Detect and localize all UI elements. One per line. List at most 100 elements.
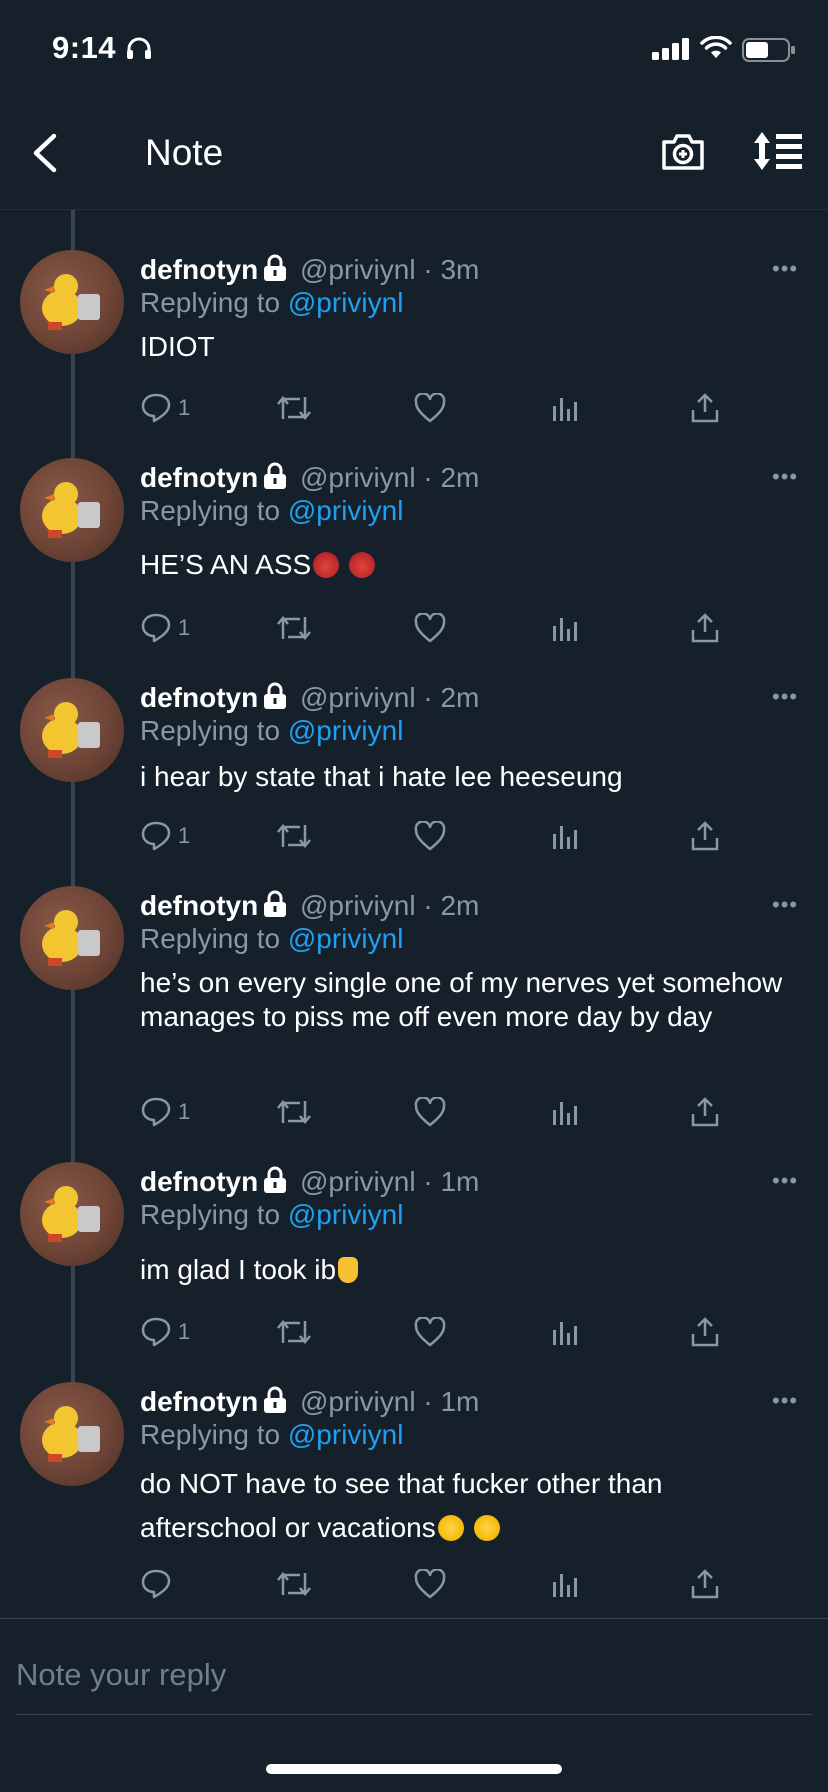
retweet-button[interactable]: [276, 1314, 312, 1350]
lock-icon: [262, 462, 288, 497]
reply-icon: [141, 1569, 171, 1599]
more-options-icon[interactable]: •••: [772, 892, 798, 918]
thread-line: [71, 1266, 75, 1382]
share-button[interactable]: [690, 1566, 720, 1602]
avatar[interactable]: [20, 250, 124, 354]
retweet-button[interactable]: [276, 610, 312, 646]
display-name[interactable]: defnotyn: [140, 462, 258, 493]
like-button[interactable]: [414, 818, 446, 854]
handle[interactable]: @priviynl: [300, 1166, 416, 1197]
avatar[interactable]: [20, 1382, 124, 1486]
reply-icon: [141, 393, 171, 423]
retweet-button[interactable]: [276, 390, 312, 426]
lock-icon: [262, 890, 288, 925]
share-button[interactable]: [690, 390, 720, 426]
home-indicator[interactable]: [266, 1764, 562, 1774]
handle[interactable]: @priviynl: [300, 682, 416, 713]
timestamp: 2m: [440, 890, 480, 921]
analytics-button[interactable]: [552, 818, 580, 854]
sort-button[interactable]: [752, 128, 804, 174]
devil-emoji-icon: [313, 552, 340, 578]
reply-input[interactable]: [16, 1640, 812, 1710]
sort-icon: [754, 132, 802, 170]
avatar[interactable]: [20, 886, 124, 990]
reply-count: 1: [178, 823, 191, 848]
analytics-button[interactable]: [552, 1566, 580, 1602]
replying-label: Replying to: [140, 1419, 281, 1450]
reply-button[interactable]: 1: [140, 818, 190, 854]
heart-icon: [414, 1569, 446, 1599]
back-button[interactable]: [26, 128, 66, 178]
analytics-icon: [553, 398, 577, 421]
share-button[interactable]: [690, 1094, 720, 1130]
crossed-fingers-emoji-icon: [338, 1257, 359, 1283]
reply-button[interactable]: 1: [140, 1314, 190, 1350]
like-button[interactable]: [414, 1094, 446, 1130]
reply-mention[interactable]: @priviynl: [288, 715, 404, 746]
separator-dot: ·: [415, 462, 441, 493]
reply-button[interactable]: 1: [140, 390, 190, 426]
retweet-icon: [277, 1320, 311, 1344]
share-button[interactable]: [690, 610, 720, 646]
camera-button[interactable]: [660, 128, 706, 174]
reply-button[interactable]: 1: [140, 610, 190, 646]
like-button[interactable]: [414, 610, 446, 646]
analytics-button[interactable]: [552, 1314, 580, 1350]
retweet-button[interactable]: [276, 818, 312, 854]
handle[interactable]: @priviynl: [300, 1386, 416, 1417]
avatar[interactable]: [20, 1162, 124, 1266]
reply-button[interactable]: 1: [140, 1094, 190, 1130]
avatar[interactable]: [20, 458, 124, 562]
handle[interactable]: @priviynl: [300, 254, 416, 285]
tweet-header: defnotyn @priviynl · 1m: [140, 1386, 479, 1421]
tweet-text-container: im glad I took ib: [140, 1253, 800, 1287]
handle[interactable]: @priviynl: [300, 462, 416, 493]
camera-plus-icon: [662, 134, 704, 170]
replying-to: Replying to @priviynl: [140, 287, 403, 319]
reply-mention[interactable]: @priviynl: [288, 495, 404, 526]
timestamp: 2m: [440, 462, 480, 493]
reply-mention[interactable]: @priviynl: [288, 923, 404, 954]
share-button[interactable]: [690, 818, 720, 854]
analytics-button[interactable]: [552, 390, 580, 426]
reply-count: 1: [178, 1099, 191, 1124]
handle[interactable]: @priviynl: [300, 890, 416, 921]
like-button[interactable]: [414, 1566, 446, 1602]
like-button[interactable]: [414, 1314, 446, 1350]
reply-mention[interactable]: @priviynl: [288, 1419, 404, 1450]
thread-line: [71, 354, 75, 458]
reply-mention[interactable]: @priviynl: [288, 1199, 404, 1230]
display-name[interactable]: defnotyn: [140, 890, 258, 921]
analytics-icon: [553, 618, 577, 641]
share-button[interactable]: [690, 1314, 720, 1350]
more-options-icon[interactable]: •••: [772, 464, 798, 490]
more-options-icon[interactable]: •••: [772, 1168, 798, 1194]
display-name[interactable]: defnotyn: [140, 254, 258, 285]
headphones-icon: [126, 36, 152, 65]
tweet-text: IDIOT: [140, 331, 215, 362]
nav-bar: Note: [0, 100, 828, 210]
like-button[interactable]: [414, 390, 446, 426]
upside-down-face-emoji-icon: [437, 1515, 464, 1541]
display-name[interactable]: defnotyn: [140, 682, 258, 713]
timestamp: 1m: [440, 1166, 480, 1197]
display-name[interactable]: defnotyn: [140, 1386, 258, 1417]
analytics-button[interactable]: [552, 1094, 580, 1130]
replying-to: Replying to @priviynl: [140, 1419, 403, 1451]
tweet-text: HE’S AN ASS: [140, 549, 312, 580]
reply-mention[interactable]: @priviynl: [288, 287, 404, 318]
more-options-icon[interactable]: •••: [772, 256, 798, 282]
retweet-button[interactable]: [276, 1566, 312, 1602]
reply-count: 1: [178, 1319, 191, 1344]
tweet-header: defnotyn @priviynl · 1m: [140, 1166, 479, 1201]
display-name[interactable]: defnotyn: [140, 1166, 258, 1197]
reply-button[interactable]: [140, 1566, 178, 1602]
status-bar: 9:14: [0, 0, 828, 100]
analytics-button[interactable]: [552, 610, 580, 646]
more-options-icon[interactable]: •••: [772, 684, 798, 710]
heart-icon: [414, 393, 446, 423]
avatar[interactable]: [20, 678, 124, 782]
more-options-icon[interactable]: •••: [772, 1388, 798, 1414]
retweet-button[interactable]: [276, 1094, 312, 1130]
heart-icon: [414, 613, 446, 643]
